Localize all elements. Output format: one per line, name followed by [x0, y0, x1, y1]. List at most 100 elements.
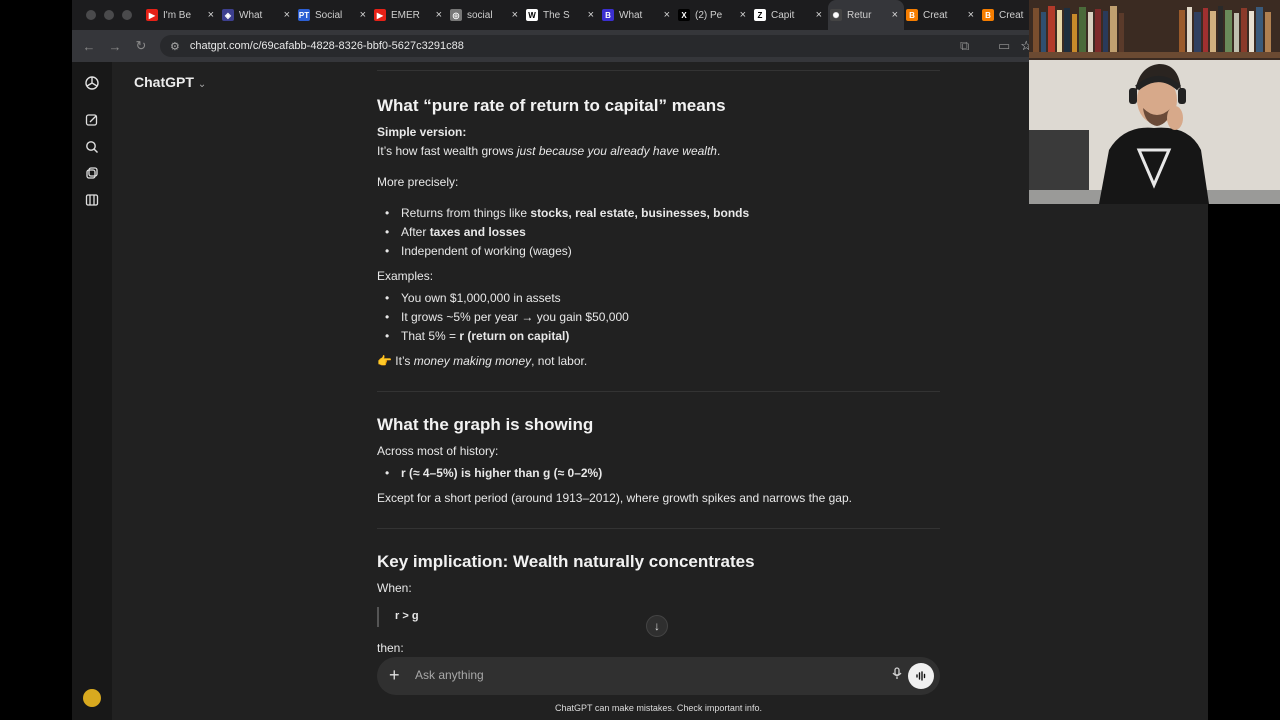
microphone-icon[interactable]	[892, 667, 902, 683]
tab-title: (2) Pe	[695, 9, 723, 21]
search-icon[interactable]	[82, 137, 102, 157]
youtube-icon: ▶	[146, 9, 158, 21]
list-item: You own $1,000,000 in assets	[385, 291, 561, 305]
pointing-hand-icon: 👉	[377, 354, 392, 368]
simple-version-text: It’s how fast wealth grows just because …	[377, 144, 721, 158]
examples-label: Examples:	[377, 269, 434, 283]
wikipedia-icon: W	[526, 9, 538, 21]
chevron-down-icon: ⌄	[197, 79, 207, 90]
close-tab-icon[interactable]: ×	[968, 9, 974, 21]
then-label: then:	[377, 641, 404, 655]
tab-title: What	[239, 9, 263, 21]
side-panel-icon[interactable]: ▭	[998, 38, 1010, 54]
browser-tab[interactable]: PT Social ×	[296, 0, 372, 30]
globe-icon: ◎	[450, 9, 462, 21]
close-tab-icon[interactable]: ×	[284, 9, 290, 21]
section-heading: What “pure rate of return to capital” me…	[377, 96, 726, 115]
voice-mode-button[interactable]	[908, 663, 934, 689]
section-heading: What the graph is showing	[377, 415, 594, 434]
blogger-icon: B	[906, 9, 918, 21]
close-tab-icon[interactable]: ×	[740, 9, 746, 21]
chatgpt-icon: ✺	[830, 9, 842, 21]
divider	[377, 391, 940, 392]
extensions-icon[interactable]: ⧉	[960, 38, 969, 54]
tab-title: Capit	[771, 9, 795, 21]
tab-title: The S	[543, 9, 570, 21]
forward-icon[interactable]: →	[102, 39, 128, 54]
screen: ▶ I'm Be × ◈ What × PT Social × ▶ EMER × ◎ social × W Th…	[0, 0, 1280, 720]
browser-tab[interactable]: ✺ Retur ×	[828, 0, 904, 30]
openai-logo-icon[interactable]	[82, 73, 102, 93]
zoom-window-button[interactable]	[122, 10, 132, 20]
list-item: Returns from things like stocks, real es…	[385, 206, 749, 220]
list-item: Independent of working (wages)	[385, 244, 572, 258]
browser-tab[interactable]: ▶ EMER ×	[372, 0, 448, 30]
divider	[377, 528, 940, 529]
browser-tab[interactable]: B What ×	[600, 0, 676, 30]
library-icon[interactable]	[82, 163, 102, 183]
when-label: When:	[377, 581, 412, 595]
close-tab-icon[interactable]: ×	[588, 9, 594, 21]
close-tab-icon[interactable]: ×	[512, 9, 518, 21]
brand-label: ChatGPT	[134, 74, 194, 90]
scroll-to-bottom-button[interactable]: ↓	[646, 615, 668, 637]
pt-icon: PT	[298, 9, 310, 21]
close-tab-icon[interactable]: ×	[208, 9, 214, 21]
summary-line: 👉 It’s money making money, not labor.	[377, 354, 588, 368]
browser-tab[interactable]: ◎ social ×	[448, 0, 524, 30]
model-selector[interactable]: ChatGPT ⌄	[134, 74, 206, 90]
list-item: That 5% = r (return on capital)	[385, 329, 569, 343]
browser-tab[interactable]: ▶ I'm Be ×	[144, 0, 220, 30]
sidebar-rail	[72, 62, 112, 720]
history-label: Across most of history:	[377, 444, 499, 458]
divider	[377, 70, 940, 71]
add-attachment-icon[interactable]: +	[389, 665, 400, 685]
formula-blockquote: r > g	[377, 607, 477, 627]
user-avatar[interactable]	[83, 689, 101, 707]
close-tab-icon[interactable]: ×	[816, 9, 822, 21]
arrow-down-icon: ↓	[654, 619, 660, 633]
url-field[interactable]: ⚙ chatgpt.com/c/69cafabb-4828-8326-bbf0-…	[160, 35, 1040, 57]
browser-tab[interactable]: W The S ×	[524, 0, 600, 30]
tabs: ▶ I'm Be × ◈ What × PT Social × ▶ EMER × ◎ social × W Th…	[144, 0, 1056, 30]
youtube-icon: ▶	[374, 9, 386, 21]
new-chat-icon[interactable]	[82, 110, 102, 130]
webcam-overlay	[1029, 0, 1280, 204]
notion-icon: Z	[754, 9, 766, 21]
close-tab-icon[interactable]: ×	[436, 9, 442, 21]
browser-tab[interactable]: ◈ What ×	[220, 0, 296, 30]
browser-tab[interactable]: Z Capit ×	[752, 0, 828, 30]
close-window-button[interactable]	[86, 10, 96, 20]
window-controls	[72, 10, 144, 20]
tab-title: EMER	[391, 9, 420, 21]
disclaimer: ChatGPT can make mistakes. Check importa…	[555, 703, 762, 713]
composer[interactable]: + Ask anything	[377, 657, 940, 695]
tab-title: Creat	[923, 9, 948, 21]
close-tab-icon[interactable]: ×	[360, 9, 366, 21]
shield-icon: ◈	[222, 9, 234, 21]
browser-tab[interactable]: X (2) Pe ×	[676, 0, 752, 30]
prompt-input[interactable]: Ask anything	[415, 668, 484, 682]
tab-title: I'm Be	[163, 9, 192, 21]
back-icon[interactable]: ←	[76, 39, 102, 54]
list-item: It grows ~5% per year → you gain $50,000	[385, 310, 629, 324]
tab-title: Retur	[847, 9, 872, 21]
url-text: chatgpt.com/c/69cafabb-4828-8326-bbf0-56…	[189, 40, 464, 52]
close-tab-icon[interactable]: ×	[664, 9, 670, 21]
simple-version-label: Simple version:	[377, 125, 467, 139]
browser-tab[interactable]: B Creat ×	[904, 0, 980, 30]
close-tab-icon[interactable]: ×	[892, 9, 898, 21]
more-precisely-label: More precisely:	[377, 175, 459, 189]
tab-title: social	[467, 9, 493, 21]
except-text: Except for a short period (around 1913–2…	[377, 491, 852, 505]
site-settings-icon[interactable]: ⚙	[170, 40, 180, 53]
minimize-window-button[interactable]	[104, 10, 114, 20]
list-item: r (≈ 4–5%) is higher than g (≈ 0–2%)	[385, 466, 602, 480]
section-heading: Key implication: Wealth naturally concen…	[377, 552, 755, 571]
tab-title: What	[619, 9, 643, 21]
projects-icon[interactable]	[82, 190, 102, 210]
bookmark-icon: B	[602, 9, 614, 21]
blogger-icon: B	[982, 9, 994, 21]
reload-icon[interactable]: ↻	[128, 38, 154, 54]
list-item: After taxes and losses	[385, 225, 526, 239]
